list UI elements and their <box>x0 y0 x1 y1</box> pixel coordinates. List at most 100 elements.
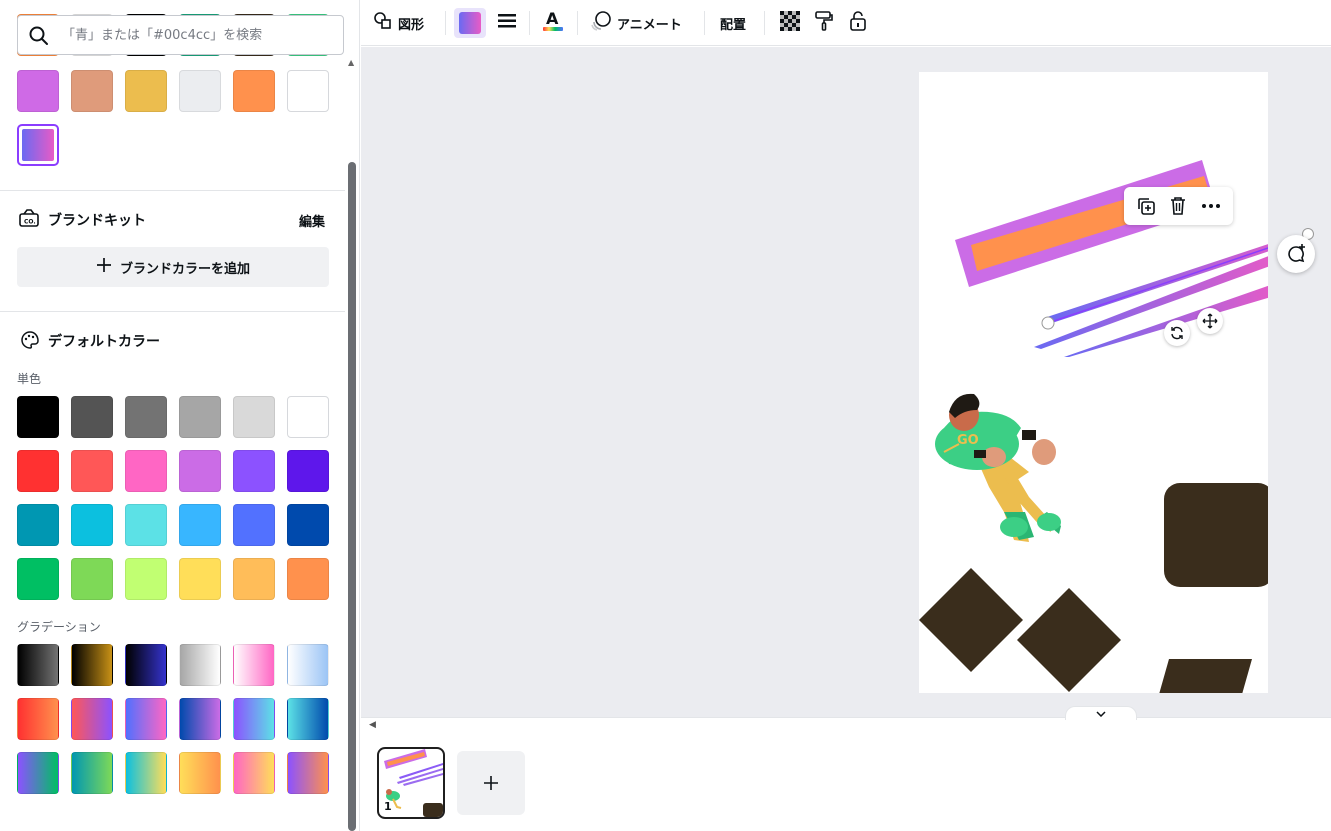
text-color-button[interactable]: A <box>538 8 568 38</box>
brand-kit-edit-link[interactable]: 編集 <box>299 211 325 230</box>
duplicate-button[interactable] <box>1132 192 1160 220</box>
solid-color-swatch[interactable] <box>233 558 275 600</box>
page-artwork: GO <box>919 160 1268 693</box>
gradient-color-swatch[interactable] <box>287 752 329 794</box>
add-page-button[interactable] <box>457 751 525 815</box>
search-icon <box>28 25 50 51</box>
recent-color-swatch[interactable] <box>179 70 221 112</box>
canvas-workspace: GO <box>361 47 1331 717</box>
scroll-up-arrow[interactable]: ▲ <box>348 58 354 67</box>
gradient-color-swatch[interactable] <box>179 752 221 794</box>
color-search-box[interactable] <box>17 15 344 55</box>
solid-color-swatch[interactable] <box>179 558 221 600</box>
gradient-color-swatch[interactable] <box>71 644 113 686</box>
gradient-color-swatch[interactable] <box>179 644 221 686</box>
recent-color-swatch[interactable] <box>71 70 113 112</box>
solid-color-swatch[interactable] <box>71 558 113 600</box>
toolbar-divider <box>445 11 446 35</box>
gradient-color-swatch[interactable] <box>17 644 59 686</box>
solid-color-swatch[interactable] <box>233 450 275 492</box>
gradient-colors-label: グラデーション <box>17 620 101 634</box>
solid-color-swatch[interactable] <box>125 558 167 600</box>
gradient-color-swatch[interactable] <box>71 698 113 740</box>
solid-color-swatch[interactable] <box>71 450 113 492</box>
gradient-color-swatch[interactable] <box>125 644 167 686</box>
recent-color-swatch[interactable] <box>287 70 329 112</box>
solid-color-swatch[interactable] <box>179 504 221 546</box>
recent-color-swatch[interactable] <box>17 70 59 112</box>
move-icon <box>1202 313 1218 329</box>
gradient-color-swatch[interactable] <box>179 698 221 740</box>
trash-icon <box>1171 197 1186 215</box>
add-brand-color-button[interactable]: ブランドカラーを追加 <box>17 247 329 287</box>
recent-color-swatch[interactable] <box>125 70 167 112</box>
solid-color-swatch[interactable] <box>125 504 167 546</box>
plus-icon <box>484 776 498 790</box>
football-player-illustration[interactable]: GO <box>935 393 1061 542</box>
move-handle[interactable] <box>1197 308 1223 334</box>
solid-color-swatch[interactable] <box>71 396 113 438</box>
solid-color-swatch[interactable] <box>287 396 329 438</box>
collapse-pages-button[interactable] <box>1065 706 1137 720</box>
gradient-color-swatch[interactable] <box>287 698 329 740</box>
fill-gradient-swatch <box>459 12 481 34</box>
solid-color-swatch[interactable] <box>233 504 275 546</box>
selected-gradient-swatch[interactable] <box>17 124 59 166</box>
design-page[interactable]: GO <box>919 72 1268 693</box>
divider <box>0 311 345 312</box>
solid-color-swatch[interactable] <box>179 450 221 492</box>
gradient-color-swatch[interactable] <box>233 644 275 686</box>
solid-color-swatch[interactable] <box>125 396 167 438</box>
color-search-input[interactable] <box>62 24 332 46</box>
solid-color-swatch[interactable] <box>71 504 113 546</box>
border-style-button[interactable] <box>492 8 522 38</box>
solid-color-swatch[interactable] <box>233 396 275 438</box>
gradient-color-swatch[interactable] <box>287 644 329 686</box>
transparency-button[interactable] <box>775 8 805 38</box>
add-comment-button[interactable] <box>1277 235 1315 273</box>
delete-button[interactable] <box>1164 192 1192 220</box>
gradient-color-swatch[interactable] <box>17 752 59 794</box>
add-comment-icon <box>1288 244 1305 263</box>
gradient-color-swatch[interactable] <box>17 698 59 740</box>
position-button[interactable]: 配置 <box>720 8 746 38</box>
copy-style-button[interactable] <box>810 8 838 38</box>
solid-color-swatch[interactable] <box>179 396 221 438</box>
rotate-handle[interactable] <box>1164 320 1190 346</box>
gradient-color-swatch[interactable] <box>71 752 113 794</box>
recent-color-swatch[interactable] <box>233 70 275 112</box>
panel-scrollbar-thumb[interactable] <box>348 162 356 831</box>
selection-handle-left[interactable] <box>1041 316 1055 330</box>
plus-icon <box>96 257 112 277</box>
gradient-color-swatch[interactable] <box>125 752 167 794</box>
shape-button[interactable]: 図形 <box>373 8 424 38</box>
gradient-color-swatch[interactable] <box>125 698 167 740</box>
page-number: 1 <box>384 800 392 813</box>
solid-color-swatch[interactable] <box>287 450 329 492</box>
solid-color-swatch[interactable] <box>17 558 59 600</box>
fill-color-button[interactable] <box>454 8 486 38</box>
brown-rounded-square[interactable] <box>1164 483 1268 587</box>
more-options-button[interactable] <box>1197 192 1225 220</box>
brown-diamond-left[interactable] <box>919 568 1023 672</box>
solid-color-swatch[interactable] <box>17 450 59 492</box>
gradient-color-swatch[interactable] <box>233 698 275 740</box>
solid-color-swatch[interactable] <box>287 504 329 546</box>
duplicate-icon <box>1138 198 1155 215</box>
brown-parallelogram[interactable] <box>1154 659 1252 693</box>
rotate-icon <box>1171 326 1183 340</box>
animate-button[interactable]: アニメート <box>590 8 682 38</box>
shapes-icon <box>373 11 393 35</box>
scroll-left-arrow[interactable]: ◀ <box>369 720 376 730</box>
solid-color-swatch[interactable] <box>287 558 329 600</box>
transparency-icon <box>780 11 800 35</box>
solid-color-swatch[interactable] <box>125 450 167 492</box>
page-thumbnail[interactable]: 1 <box>377 747 445 819</box>
lock-button[interactable] <box>844 8 872 38</box>
solid-color-swatch[interactable] <box>17 396 59 438</box>
selected-gradient-fill <box>22 129 54 161</box>
brown-diamond-right[interactable] <box>1017 588 1121 692</box>
gradient-color-swatch[interactable] <box>233 752 275 794</box>
toolbar-divider <box>529 11 530 35</box>
solid-color-swatch[interactable] <box>17 504 59 546</box>
